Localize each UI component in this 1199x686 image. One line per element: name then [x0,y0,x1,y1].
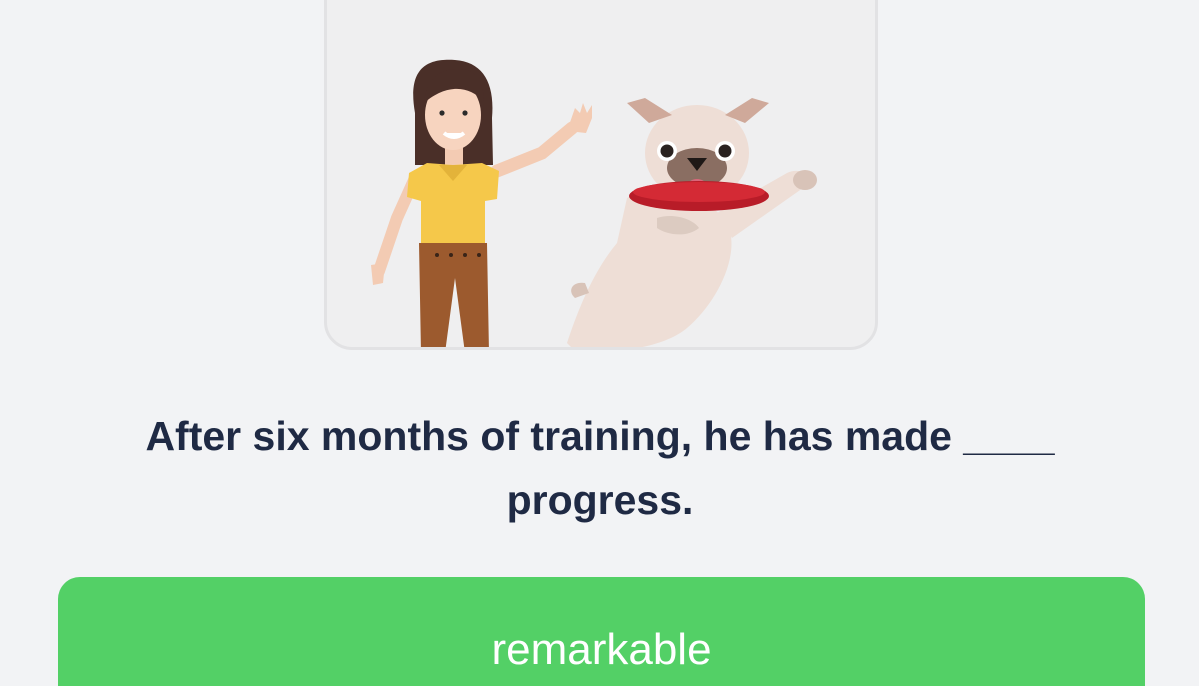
answer-option-button[interactable]: remarkable [58,577,1145,686]
illustration-card [324,0,878,350]
frisbee-icon [629,181,769,211]
question-text: After six months of training, he has mad… [145,413,1055,523]
pug-dog-icon [567,98,817,347]
woman-figure [371,59,592,347]
quiz-screen: After six months of training, he has mad… [0,0,1199,686]
illustration [371,59,817,347]
